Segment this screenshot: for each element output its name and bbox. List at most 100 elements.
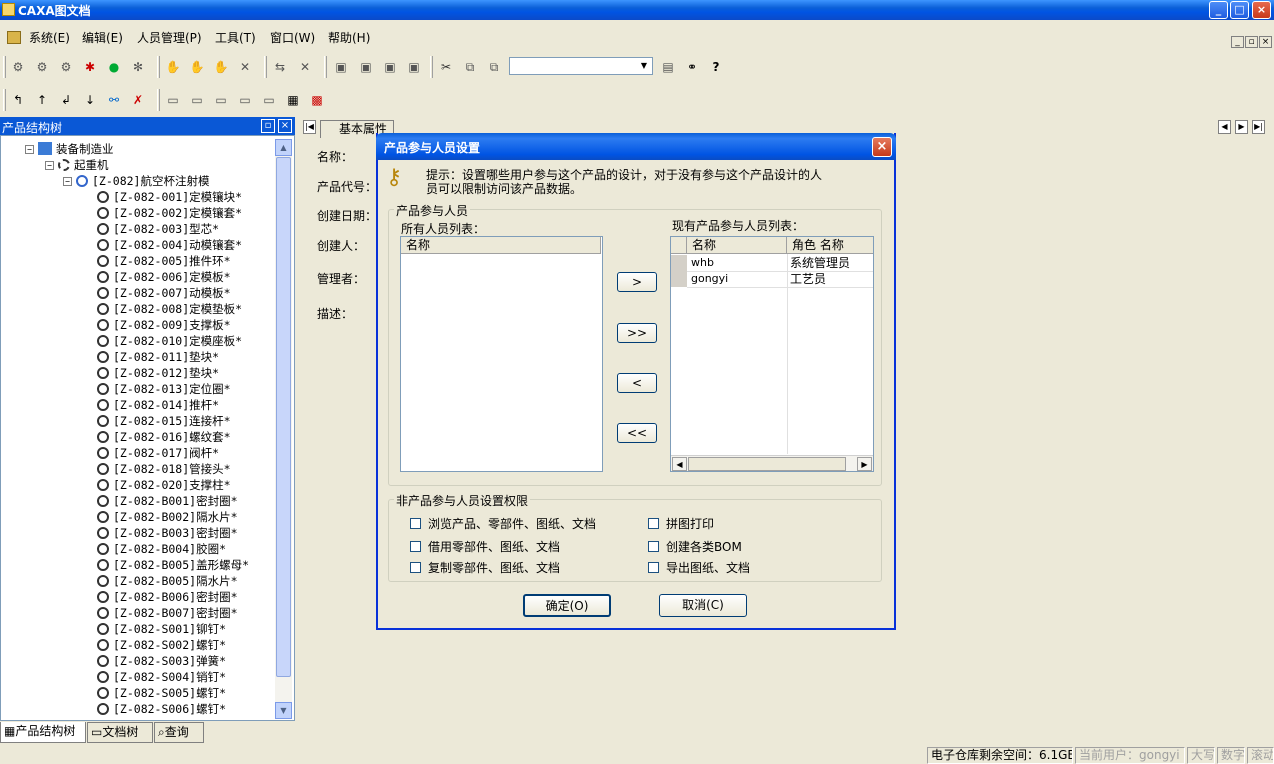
tree-scrollbar[interactable]: ▲ ▼ — [275, 139, 292, 719]
tool-icon[interactable]: ▣ — [405, 58, 423, 76]
tree-part-item[interactable]: [Z-082-018]管接头* — [97, 461, 231, 477]
cut-icon[interactable]: ✂ — [437, 58, 455, 76]
tool-icon[interactable]: ✋ — [188, 58, 206, 76]
move-down-icon[interactable]: ↲ — [57, 91, 75, 109]
tree-part-item[interactable]: [Z-082-S002]螺钉* — [97, 637, 226, 653]
menu-personnel[interactable]: 人员管理(P) — [137, 29, 202, 46]
tree-part-item[interactable]: [Z-082-B003]密封圈* — [97, 525, 238, 541]
check-export[interactable]: 导出图纸、文档 — [648, 561, 750, 575]
tool-icon[interactable]: ✕ — [296, 58, 314, 76]
maximize-button[interactable]: □ — [1230, 1, 1249, 19]
tree-part-item[interactable]: [Z-082-001]定模镶块* — [97, 189, 242, 205]
tree-part-item[interactable]: [Z-082-008]定模垫板* — [97, 301, 242, 317]
menu-system[interactable]: 系统(E) — [29, 29, 70, 46]
tool-icon[interactable]: ▣ — [332, 58, 350, 76]
check-copy[interactable]: 复制零部件、图纸、文档 — [410, 561, 560, 575]
checkbox[interactable] — [410, 562, 421, 573]
doc-icon[interactable]: ▭ — [236, 91, 254, 109]
tree-part-item[interactable]: [Z-082-B006]密封圈* — [97, 589, 238, 605]
tree-part-item[interactable]: [Z-082-016]螺纹套* — [97, 429, 231, 445]
check-bom[interactable]: 创建各类BOM — [648, 540, 742, 554]
doc-icon[interactable]: ▭ — [164, 91, 182, 109]
last-tab-icon[interactable]: ▶| — [1252, 120, 1265, 134]
checkbox[interactable] — [648, 541, 659, 552]
menu-help[interactable]: 帮助(H) — [328, 29, 370, 46]
tool-icon[interactable]: ▣ — [381, 58, 399, 76]
tree-part-item[interactable]: [Z-082-B002]隔水片* — [97, 509, 238, 525]
binoculars-icon[interactable]: ⚭ — [683, 58, 701, 76]
menu-edit[interactable]: 编辑(E) — [82, 29, 123, 46]
add-all-button[interactable]: >> — [617, 323, 657, 343]
unlink-icon[interactable]: ✗ — [129, 91, 147, 109]
add-one-button[interactable]: > — [617, 272, 657, 292]
tree-root[interactable]: − 装备制造业 — [25, 141, 114, 157]
tool-icon[interactable]: ▣ — [357, 58, 375, 76]
tab-query[interactable]: ⌕查询 — [154, 722, 204, 743]
horizontal-scrollbar[interactable]: ◀ ▶ — [671, 455, 873, 471]
tree-part-item[interactable]: [Z-082-006]定模板* — [97, 269, 231, 285]
menu-window[interactable]: 窗口(W) — [270, 29, 315, 46]
checkbox[interactable] — [648, 518, 659, 529]
scroll-down-icon[interactable]: ▼ — [275, 702, 292, 719]
cancel-button[interactable]: 取消(C) — [659, 594, 747, 617]
tool-icon[interactable]: ⚙ — [9, 58, 27, 76]
tree-part-item[interactable]: [Z-082-002]定模镶套* — [97, 205, 242, 221]
minimize-button[interactable]: _ — [1209, 1, 1228, 19]
tool-icon[interactable]: ⇆ — [271, 58, 289, 76]
search-combo[interactable]: ▼ — [509, 57, 653, 75]
tree-part-item[interactable]: [Z-082-S006]螺钉* — [97, 701, 226, 717]
checkbox[interactable] — [410, 518, 421, 529]
tool-icon[interactable]: ✕ — [236, 58, 254, 76]
tool-icon[interactable]: ✋ — [164, 58, 182, 76]
tree-part-item[interactable]: [Z-082-007]动模板* — [97, 285, 231, 301]
mdi-close-button[interactable]: × — [1259, 36, 1272, 48]
doc-list-icon[interactable]: ▦ — [284, 91, 302, 109]
collapse-icon[interactable]: − — [63, 177, 72, 186]
doc-icon[interactable]: ▭ — [260, 91, 278, 109]
tree-part-item[interactable]: [Z-082-020]支撑柱* — [97, 477, 231, 493]
tree-part-item[interactable]: [Z-082-012]垫块* — [97, 365, 219, 381]
tool-icon[interactable]: ⚙ — [33, 58, 51, 76]
dialog-close-button[interactable]: × — [872, 137, 892, 157]
doc-delete-icon[interactable]: ▩ — [308, 91, 326, 109]
tree-part-item[interactable]: [Z-082-013]定位圈* — [97, 381, 231, 397]
user-row-role[interactable]: 系统管理员 — [790, 255, 850, 271]
tree-part-item[interactable]: [Z-082-017]阀杆* — [97, 445, 219, 461]
mdi-minimize-button[interactable]: _ — [1231, 36, 1244, 48]
close-icon[interactable]: × — [278, 119, 292, 133]
tree-part-item[interactable]: [Z-082-B005]盖形螺母* — [97, 557, 249, 573]
doc-icon[interactable]: ▭ — [212, 91, 230, 109]
arrow-up-icon[interactable]: ↑ — [33, 91, 51, 109]
tree-level1[interactable]: − 起重机 — [45, 157, 109, 173]
column-header-name[interactable]: 名称 — [687, 237, 787, 254]
tree-part-item[interactable]: [Z-082-B001]密封圈* — [97, 493, 238, 509]
globe-icon[interactable]: ● — [105, 58, 123, 76]
prev-tab-icon[interactable]: ◀ — [1218, 120, 1231, 134]
tree-part-item[interactable]: [Z-082-B007]密封圈* — [97, 605, 238, 621]
tree-part-item[interactable]: [Z-082-010]定模座板* — [97, 333, 242, 349]
tool-icon[interactable]: ✻ — [129, 58, 147, 76]
doc-icon[interactable]: ▭ — [188, 91, 206, 109]
tree-part-item[interactable]: [Z-082-003]型芯* — [97, 221, 219, 237]
paste-icon[interactable]: ⧉ — [485, 58, 503, 76]
link-icon[interactable]: ⚯ — [105, 91, 123, 109]
tab-doc-tree[interactable]: ▭文档树 — [87, 722, 153, 743]
clipboard-icon[interactable]: ▤ — [659, 58, 677, 76]
tree-part-item[interactable]: [Z-082-005]推件环* — [97, 253, 231, 269]
column-header-name[interactable]: 名称 — [401, 237, 601, 254]
scroll-up-icon[interactable]: ▲ — [275, 139, 292, 156]
tree-part-item[interactable]: [Z-082-B004]胶圈* — [97, 541, 226, 557]
collapse-icon[interactable]: − — [25, 145, 34, 154]
remove-one-button[interactable]: < — [617, 373, 657, 393]
delete-part-icon[interactable]: ✱ — [81, 58, 99, 76]
tree-part-item[interactable]: [Z-082-S005]螺钉* — [97, 685, 226, 701]
user-row-role[interactable]: 工艺员 — [790, 271, 826, 287]
tool-icon[interactable]: ⚙ — [57, 58, 75, 76]
user-row-name[interactable]: whb — [691, 255, 714, 271]
tab-product-tree[interactable]: ▦产品结构树 — [0, 722, 86, 743]
tree-part-item[interactable]: [Z-082-009]支撑板* — [97, 317, 231, 333]
help-icon[interactable]: ? — [707, 58, 725, 76]
menu-tools[interactable]: 工具(T) — [215, 29, 256, 46]
checkbox[interactable] — [648, 562, 659, 573]
checkbox[interactable] — [410, 541, 421, 552]
